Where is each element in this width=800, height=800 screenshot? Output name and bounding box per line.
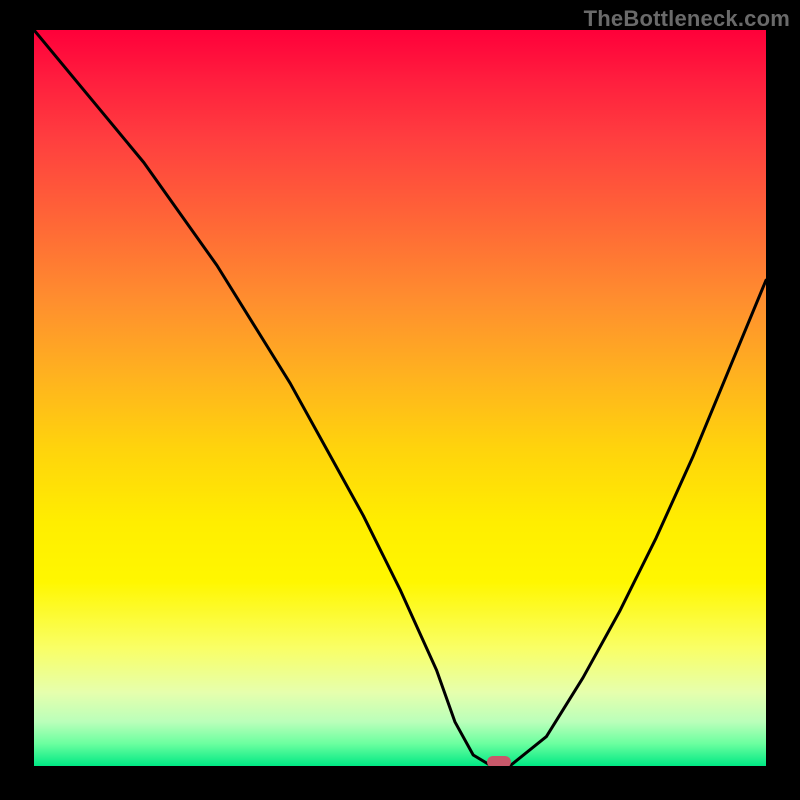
curve-path bbox=[34, 30, 766, 766]
plot-area bbox=[34, 30, 766, 766]
bottleneck-curve bbox=[34, 30, 766, 766]
watermark-text: TheBottleneck.com bbox=[584, 6, 790, 32]
chart-frame: TheBottleneck.com bbox=[0, 0, 800, 800]
optimal-point-marker bbox=[487, 756, 511, 766]
